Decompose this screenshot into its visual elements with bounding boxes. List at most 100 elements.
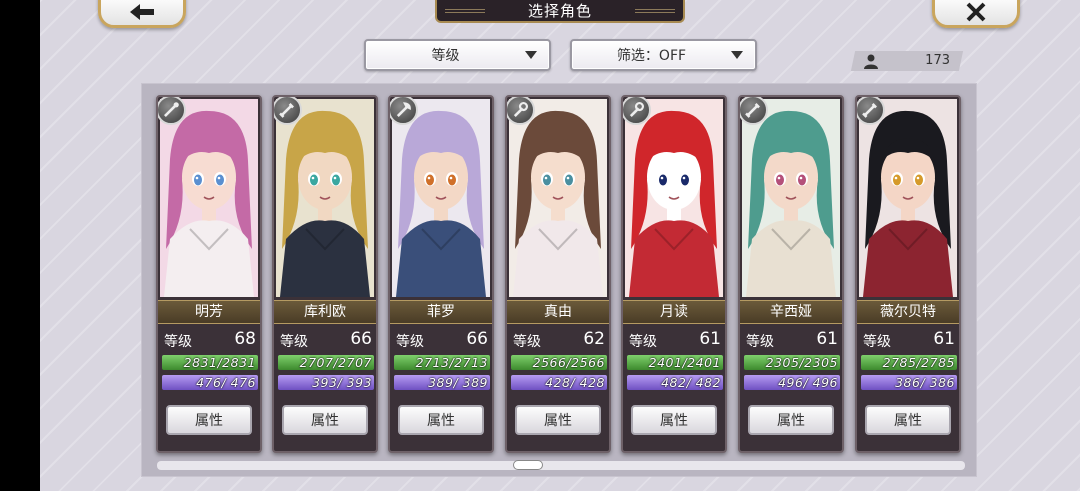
character-name: 月读 xyxy=(623,300,725,324)
sort-dropdown[interactable]: 等级 xyxy=(364,39,551,71)
title-decoration-left xyxy=(445,9,485,13)
character-portrait[interactable] xyxy=(160,99,258,297)
hp-bar: 2401/2401 xyxy=(627,355,723,370)
title-decoration-right xyxy=(635,9,675,13)
hp-value: 2713/2713 xyxy=(415,355,488,370)
mp-value: 428/ 428 xyxy=(545,375,605,390)
character-portrait[interactable] xyxy=(392,99,490,297)
level-label: 等级 xyxy=(164,334,192,350)
level-label: 等级 xyxy=(746,334,774,350)
character-card[interactable]: 库利欧 等级 66 2707/2707 393/ 393 属性 xyxy=(272,95,378,453)
level-value: 66 xyxy=(466,329,488,349)
level-value: 61 xyxy=(816,329,838,349)
sword-icon xyxy=(274,97,302,125)
character-card[interactable]: 月读 等级 61 2401/2401 482/ 482 属性 xyxy=(621,95,727,453)
attributes-button[interactable]: 属性 xyxy=(166,405,252,435)
mp-bar: 428/ 428 xyxy=(511,375,607,390)
character-portrait[interactable] xyxy=(742,99,840,297)
scrollbar-thumb[interactable] xyxy=(513,460,543,470)
character-card[interactable]: 菲罗 等级 66 2713/2713 389/ 389 属性 xyxy=(388,95,494,453)
attributes-button[interactable]: 属性 xyxy=(748,405,834,435)
mp-bar: 476/ 476 xyxy=(162,375,258,390)
level-label: 等级 xyxy=(396,334,424,350)
level-value: 61 xyxy=(933,329,955,349)
mp-value: 496/ 496 xyxy=(778,375,838,390)
character-name: 辛西娅 xyxy=(740,300,842,324)
character-name: 真由 xyxy=(507,300,609,324)
character-card[interactable]: 薇尔贝特 等级 61 2785/2785 386/ 386 属性 xyxy=(855,95,961,453)
person-icon xyxy=(864,54,878,69)
hp-bar: 2305/2305 xyxy=(744,355,840,370)
hp-bar: 2785/2785 xyxy=(861,355,957,370)
horizontal-scrollbar[interactable] xyxy=(157,461,965,470)
chevron-down-icon xyxy=(731,51,743,59)
character-portrait[interactable] xyxy=(276,99,374,297)
level-value: 62 xyxy=(583,329,605,349)
mp-value: 389/ 389 xyxy=(428,375,488,390)
mp-value: 482/ 482 xyxy=(661,375,721,390)
level-row: 等级 61 xyxy=(863,329,955,350)
rod-icon xyxy=(507,97,535,125)
hp-bar: 2566/2566 xyxy=(511,355,607,370)
level-label: 等级 xyxy=(629,334,657,350)
hp-value: 2566/2566 xyxy=(532,355,605,370)
mp-bar: 389/ 389 xyxy=(394,375,490,390)
level-row: 等级 61 xyxy=(746,329,838,350)
level-value: 66 xyxy=(350,329,372,349)
character-portrait[interactable] xyxy=(625,99,723,297)
level-label: 等级 xyxy=(863,334,891,350)
mp-bar: 482/ 482 xyxy=(627,375,723,390)
character-name: 薇尔贝特 xyxy=(857,300,959,324)
level-value: 61 xyxy=(699,329,721,349)
close-icon xyxy=(966,2,986,22)
character-card[interactable]: 辛西娅 等级 61 2305/2305 496/ 496 属性 xyxy=(738,95,844,453)
level-row: 等级 61 xyxy=(629,329,721,350)
chevron-down-icon xyxy=(525,51,537,59)
mp-bar: 393/ 393 xyxy=(278,375,374,390)
back-button[interactable] xyxy=(98,0,186,28)
level-row: 等级 66 xyxy=(396,329,488,350)
page-title-bar: 选择角色 xyxy=(435,0,685,23)
hp-value: 2401/2401 xyxy=(648,355,721,370)
attributes-button[interactable]: 属性 xyxy=(865,405,951,435)
back-arrow-icon xyxy=(130,4,154,20)
attributes-button[interactable]: 属性 xyxy=(282,405,368,435)
sort-dropdown-label: 等级 xyxy=(431,48,460,64)
character-card[interactable]: 真由 等级 62 2566/2566 428/ 428 属性 xyxy=(505,95,611,453)
character-name: 明芳 xyxy=(158,300,260,324)
level-value: 68 xyxy=(234,329,256,349)
rod-icon xyxy=(623,97,651,125)
level-row: 等级 68 xyxy=(164,329,256,350)
character-select-screen: 选择角色 等级 筛选：OFF 173 明芳 等级 68 2831/2831 47… xyxy=(40,0,1080,491)
level-row: 等级 66 xyxy=(280,329,372,350)
hp-value: 2305/2305 xyxy=(765,355,838,370)
mp-bar: 496/ 496 xyxy=(744,375,840,390)
attributes-button[interactable]: 属性 xyxy=(398,405,484,435)
mp-value: 386/ 386 xyxy=(895,375,955,390)
close-button[interactable] xyxy=(932,0,1020,28)
attributes-button[interactable]: 属性 xyxy=(515,405,601,435)
mp-bar: 386/ 386 xyxy=(861,375,957,390)
page-title: 选择角色 xyxy=(527,2,592,20)
sword-icon xyxy=(857,97,885,125)
hp-value: 2707/2707 xyxy=(299,355,372,370)
mp-value: 393/ 393 xyxy=(312,375,372,390)
level-row: 等级 62 xyxy=(513,329,605,350)
sword-icon xyxy=(740,97,768,125)
hp-bar: 2713/2713 xyxy=(394,355,490,370)
character-name: 菲罗 xyxy=(390,300,492,324)
filter-dropdown-label: 筛选：OFF xyxy=(616,48,687,64)
hp-value: 2785/2785 xyxy=(882,355,955,370)
character-portrait[interactable] xyxy=(859,99,957,297)
character-name: 库利欧 xyxy=(274,300,376,324)
filter-dropdown[interactable]: 筛选：OFF xyxy=(570,39,757,71)
character-portrait[interactable] xyxy=(509,99,607,297)
hp-value: 2831/2831 xyxy=(183,355,256,370)
attributes-button[interactable]: 属性 xyxy=(631,405,717,435)
axe-icon xyxy=(390,97,418,125)
level-label: 等级 xyxy=(513,334,541,350)
hp-bar: 2831/2831 xyxy=(162,355,258,370)
level-label: 等级 xyxy=(280,334,308,350)
character-card[interactable]: 明芳 等级 68 2831/2831 476/ 476 属性 xyxy=(156,95,262,453)
character-count: 173 xyxy=(925,53,950,68)
